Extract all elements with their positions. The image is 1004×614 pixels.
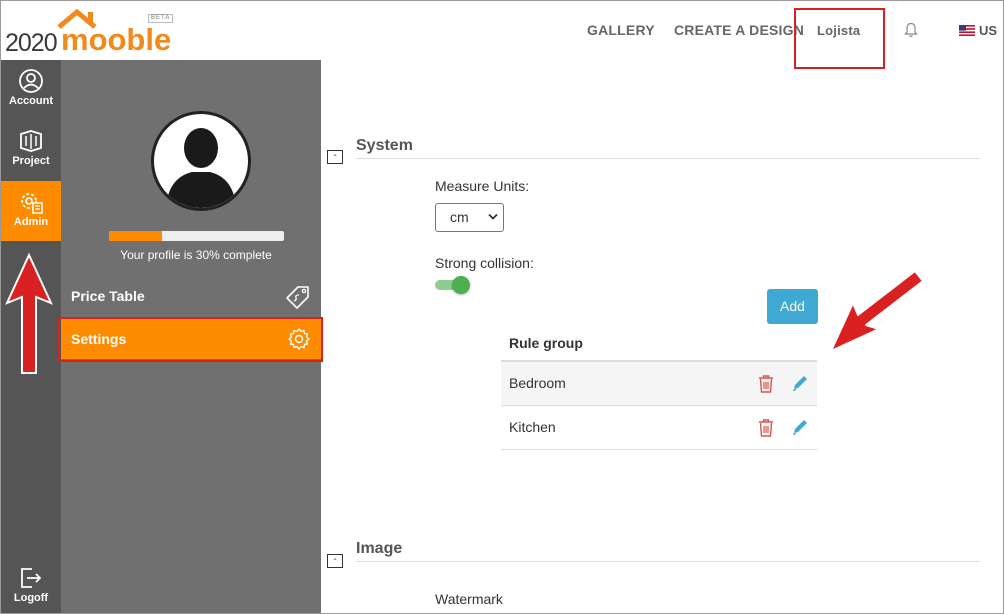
trash-icon[interactable]: [757, 418, 775, 437]
measure-units-select[interactable]: cm: [435, 203, 504, 232]
pencil-icon[interactable]: [791, 418, 809, 436]
menu-item-price-table[interactable]: Price Table: [61, 276, 321, 316]
table-row: Bedroom: [501, 362, 817, 406]
table-row: Kitchen: [501, 406, 817, 450]
strong-collision-label: Strong collision:: [435, 255, 534, 271]
avatar[interactable]: [151, 111, 251, 211]
pencil-icon[interactable]: [791, 374, 809, 392]
menu-label-price-table: Price Table: [71, 288, 145, 304]
rail-item-admin[interactable]: Admin: [1, 181, 61, 241]
watermark-label: Watermark: [435, 591, 503, 607]
profile-progress-bar: [109, 231, 284, 241]
user-circle-icon: [19, 69, 43, 93]
measure-units-value: cm: [450, 209, 469, 225]
rule-group-header: Rule group: [501, 325, 817, 362]
section-title-system: System: [356, 137, 413, 154]
logoff-icon: [21, 568, 42, 588]
price-tag-icon: [286, 286, 309, 309]
progress-fill: [109, 231, 162, 241]
measure-units-label: Measure Units:: [435, 178, 530, 194]
nav-gallery[interactable]: GALLERY: [587, 22, 655, 38]
section-divider: [356, 158, 980, 159]
nav-create-design[interactable]: CREATE A DESIGN: [674, 22, 804, 38]
rail-item-logoff[interactable]: Logoff: [1, 557, 61, 613]
section-title-image: Image: [356, 540, 403, 557]
top-header: 2020 mooble BETA GALLERY CREATE A DESIGN…: [1, 1, 1003, 69]
admin-gear-icon: [21, 193, 43, 214]
trash-icon[interactable]: [757, 374, 775, 393]
rule-group-name: Bedroom: [509, 375, 566, 391]
rail-label-account: Account: [9, 95, 53, 107]
image-collapse-toggle[interactable]: -: [327, 554, 343, 568]
add-rule-group-button[interactable]: Add: [767, 289, 818, 324]
language-label: US: [979, 23, 998, 38]
floorplan-icon: [20, 130, 42, 152]
annotation-arrow-diagonal: [830, 270, 924, 352]
logo-number: 2020: [5, 29, 58, 57]
rail-label-project: Project: [12, 155, 50, 167]
beta-badge: BETA: [148, 14, 174, 23]
language-selector[interactable]: US: [959, 23, 997, 38]
strong-collision-toggle[interactable]: [435, 276, 473, 294]
rail-item-project[interactable]: Project: [1, 120, 61, 180]
lojista-highlight-box: [794, 8, 885, 69]
user-silhouette-icon: [166, 128, 236, 208]
rail-item-account[interactable]: Account: [1, 60, 61, 120]
rule-group-table: Rule group Bedroom Kitchen: [501, 325, 817, 450]
annotation-arrow-up: [5, 252, 53, 374]
chevron-down-icon: [488, 213, 498, 220]
app-window: 2020 mooble BETA GALLERY CREATE A DESIGN…: [0, 0, 1004, 614]
logo[interactable]: 2020 mooble BETA: [5, 9, 175, 57]
settings-highlight-box: [58, 317, 323, 362]
rail-label-logoff: Logoff: [13, 592, 49, 604]
logo-word: mooble: [61, 22, 172, 57]
toggle-knob: [452, 276, 470, 294]
rail-label-admin: Admin: [13, 216, 49, 228]
progress-text: Your profile is 30% complete: [120, 248, 272, 262]
us-flag-icon: [959, 25, 975, 36]
bell-icon[interactable]: [904, 22, 918, 38]
section-divider: [356, 561, 980, 562]
system-collapse-toggle[interactable]: -: [327, 150, 343, 164]
rule-group-name: Kitchen: [509, 419, 556, 435]
